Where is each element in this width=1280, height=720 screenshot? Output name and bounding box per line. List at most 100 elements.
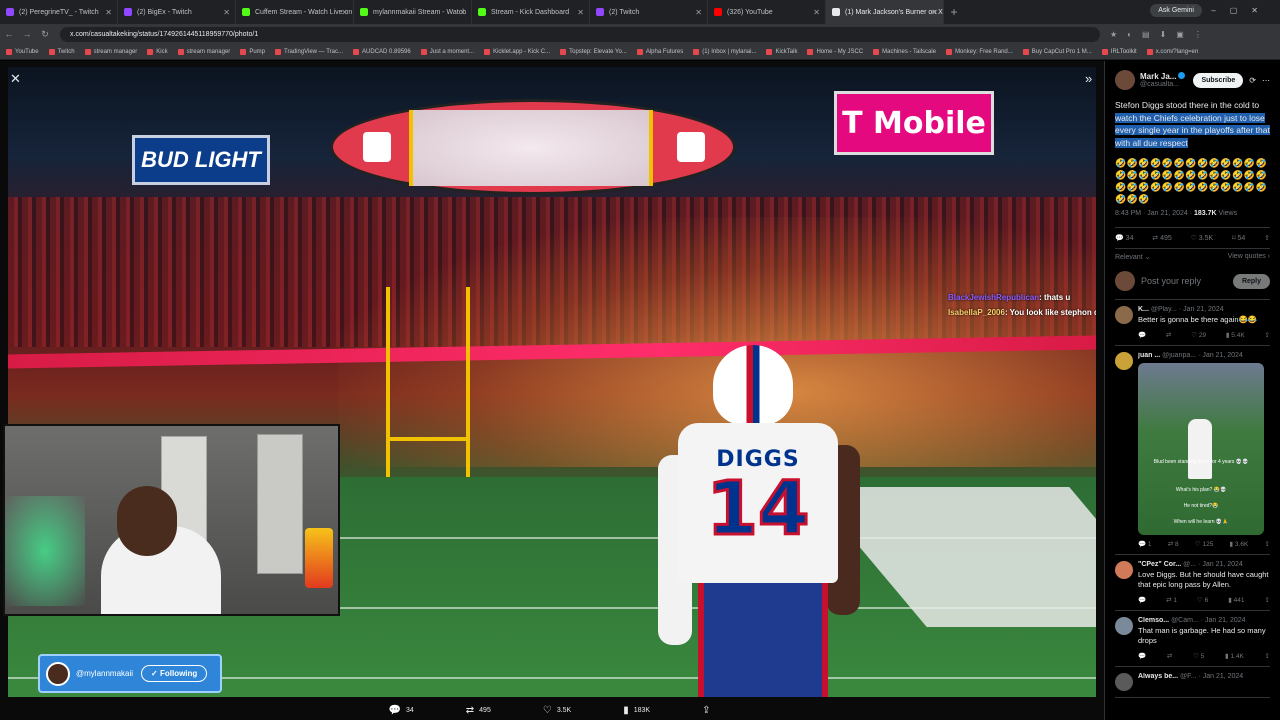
reply-item[interactable]: K... @Play... · Jan 21, 2024 Better is g… — [1115, 300, 1270, 346]
repost-icon[interactable]: ⇄ 8 — [1168, 540, 1179, 548]
repost-icon[interactable]: ⇄ — [1166, 331, 1171, 339]
subscribe-button[interactable]: Subscribe — [1193, 72, 1244, 88]
avatar[interactable] — [1115, 351, 1133, 370]
more-icon[interactable]: ⋯ — [1262, 76, 1270, 85]
share-icon[interactable]: ⇪ — [1265, 596, 1270, 604]
ask-gemini-button[interactable]: Ask Gemini — [1150, 4, 1202, 17]
reply-item[interactable]: Always be... @F... · Jan 21, 2024 — [1115, 667, 1270, 698]
bookmark-item[interactable]: Alpha Futures — [636, 48, 683, 55]
avatar[interactable] — [1115, 70, 1135, 90]
avatar[interactable] — [1115, 672, 1133, 691]
expand-panel-icon[interactable]: » — [1085, 71, 1092, 86]
bookmark-item[interactable]: (1) Inbox | mylanai... — [693, 48, 756, 55]
sort-dropdown[interactable]: Relevant ⌄ — [1115, 253, 1150, 261]
tab[interactable]: Stream - Kick Dashboard ✕ — [472, 0, 590, 24]
bookmark-item[interactable]: Just a moment... — [420, 48, 474, 55]
window-controls[interactable]: –▢✕ — [1211, 6, 1272, 15]
reply-item[interactable]: Clemso... @Cam... · Jan 21, 2024 That ma… — [1115, 611, 1270, 667]
close-icon[interactable]: ✕ — [105, 8, 112, 17]
close-icon[interactable]: ✕ — [459, 8, 466, 17]
bookmark-item[interactable]: YouTube — [6, 48, 39, 55]
like-stat[interactable]: ♡ 3.5K — [543, 705, 571, 716]
bookmark-item[interactable]: Monkey: Free Rand... — [946, 48, 1013, 55]
tab[interactable]: (326) YouTube ✕ — [708, 0, 826, 24]
tab[interactable]: Cuffem Stream - Watch Live on ✕ — [236, 0, 354, 24]
share-icon[interactable]: ⇪ — [1265, 331, 1270, 339]
tab[interactable]: mylannmakaii Stream - Watch ✕ — [354, 0, 472, 24]
reply-action[interactable]: 💬 34 — [1115, 234, 1133, 242]
share-icon[interactable]: ⇪ — [1265, 540, 1270, 548]
bookmark-item[interactable]: stream manager — [177, 48, 230, 55]
like-action[interactable]: ♡ 3.5K — [1191, 234, 1214, 242]
following-button[interactable]: ✓ Following — [141, 665, 208, 682]
close-icon[interactable]: ✕ — [577, 8, 584, 17]
tab-active[interactable]: (1) Mark Jackson's Burner on X ✕ — [826, 0, 944, 24]
tab[interactable]: (2) Twitch ✕ — [590, 0, 708, 24]
reply-input[interactable]: Post your reply — [1141, 276, 1233, 286]
share-stat[interactable]: ⇪ — [702, 705, 715, 716]
views-stat[interactable]: ▮ 183K — [623, 705, 650, 716]
back-icon[interactable]: ← — [0, 29, 18, 39]
reply-media[interactable]: Blud been standing there for 4 years 💀💀 … — [1138, 362, 1264, 535]
tweet-text-selected: watch the Chiefs celebration just to los… — [1115, 112, 1270, 148]
reply-button[interactable]: Reply — [1232, 273, 1270, 289]
reply-item[interactable]: juan ... @juanpa... · Jan 21, 2024 Blud … — [1115, 346, 1270, 555]
reload-icon[interactable]: ↻ — [36, 29, 54, 40]
bookmark-item[interactable]: Pump — [240, 48, 265, 55]
bookmark-item[interactable]: TradingView — Trac... — [275, 48, 343, 55]
close-viewer-icon[interactable]: ✕ — [10, 71, 21, 87]
bookmark-item[interactable]: Kick — [147, 48, 168, 55]
close-icon[interactable]: ✕ — [223, 8, 230, 17]
tweet-time: 8:43 PM · Jan 21, 2024 · — [1115, 210, 1194, 217]
repost-stat[interactable]: ⇄ 495 — [466, 705, 491, 716]
repost-icon[interactable]: ⇄ 1 — [1166, 596, 1177, 604]
bookmark-item[interactable]: Kicklet.app - Kick C... — [484, 48, 550, 55]
bookmark-item[interactable]: KickTalk — [766, 48, 797, 55]
tab[interactable]: (2) BigEx - Twitch ✕ — [118, 0, 236, 24]
bookmark-item[interactable]: x.com/?lang=en — [1146, 48, 1198, 55]
tab[interactable]: (2) PeregrineTV_ - Twitch ✕ — [0, 0, 118, 24]
share-icon[interactable]: ⇪ — [1265, 652, 1270, 660]
close-icon[interactable]: ✕ — [695, 8, 702, 17]
views-icon[interactable]: ▮ 5.4K — [1226, 331, 1245, 339]
bookmark-item[interactable]: IRLToolkit — [1101, 48, 1137, 55]
close-icon[interactable]: ✕ — [931, 8, 938, 17]
avatar[interactable] — [1115, 616, 1133, 635]
heart-icon[interactable]: ♡ 125 — [1195, 540, 1214, 548]
reply-stat[interactable]: 💬 34 — [389, 705, 414, 716]
bookmark-action[interactable]: ⌑ 54 — [1232, 234, 1245, 242]
bookmark-item[interactable]: Buy CapCut Pro 1 M... — [1022, 48, 1092, 55]
reply-text: That man is garbage. He had so many drop… — [1138, 625, 1266, 646]
close-icon[interactable]: ✕ — [341, 8, 348, 17]
bookmark-item[interactable]: Topstep: Elevate Yo... — [560, 48, 627, 55]
grok-icon[interactable]: ⟳ — [1249, 76, 1256, 85]
extension-icons[interactable]: ★◐▤⬇▣⋮ — [1110, 30, 1212, 39]
url-input[interactable]: x.com/casualtakeking/status/174926144511… — [60, 26, 1100, 42]
repost-action[interactable]: ⇄ 495 — [1152, 234, 1172, 242]
author-info[interactable]: Mark Ja... @casualta... — [1140, 72, 1189, 88]
heart-icon[interactable]: ♡ 5 — [1193, 652, 1204, 660]
reply-icon[interactable]: 💬 1 — [1138, 540, 1152, 548]
view-quotes-link[interactable]: View quotes › — [1228, 253, 1270, 261]
repost-icon[interactable]: ⇄ — [1167, 652, 1172, 660]
views-icon[interactable]: ▮ 441 — [1228, 596, 1244, 604]
bookmark-item[interactable]: AUDCAD 0.89596 — [353, 48, 411, 55]
bookmark-item[interactable]: Twitch — [48, 48, 75, 55]
avatar[interactable] — [1115, 560, 1133, 579]
bookmark-item[interactable]: Home - My JSCC — [807, 48, 863, 55]
forward-icon[interactable]: → — [18, 29, 36, 39]
views-icon[interactable]: ▮ 3.6K — [1230, 540, 1249, 548]
heart-icon[interactable]: ♡ 29 — [1191, 331, 1206, 339]
avatar[interactable] — [1115, 306, 1133, 324]
heart-icon[interactable]: ♡ 6 — [1197, 596, 1208, 604]
share-action[interactable]: ⇪ — [1264, 234, 1270, 242]
reply-icon[interactable]: 💬 — [1138, 596, 1146, 604]
reply-icon[interactable]: 💬 — [1138, 331, 1146, 339]
new-tab-button[interactable]: + — [944, 5, 964, 19]
reply-icon[interactable]: 💬 — [1138, 652, 1146, 660]
bookmark-item[interactable]: Machines - Tailscale — [873, 48, 936, 55]
reply-item[interactable]: "CPez" Cor... @... · Jan 21, 2024 Love D… — [1115, 555, 1270, 611]
bookmark-item[interactable]: stream manager — [84, 48, 137, 55]
close-icon[interactable]: ✕ — [813, 8, 820, 17]
views-icon[interactable]: ▮ 1.4K — [1225, 652, 1244, 660]
